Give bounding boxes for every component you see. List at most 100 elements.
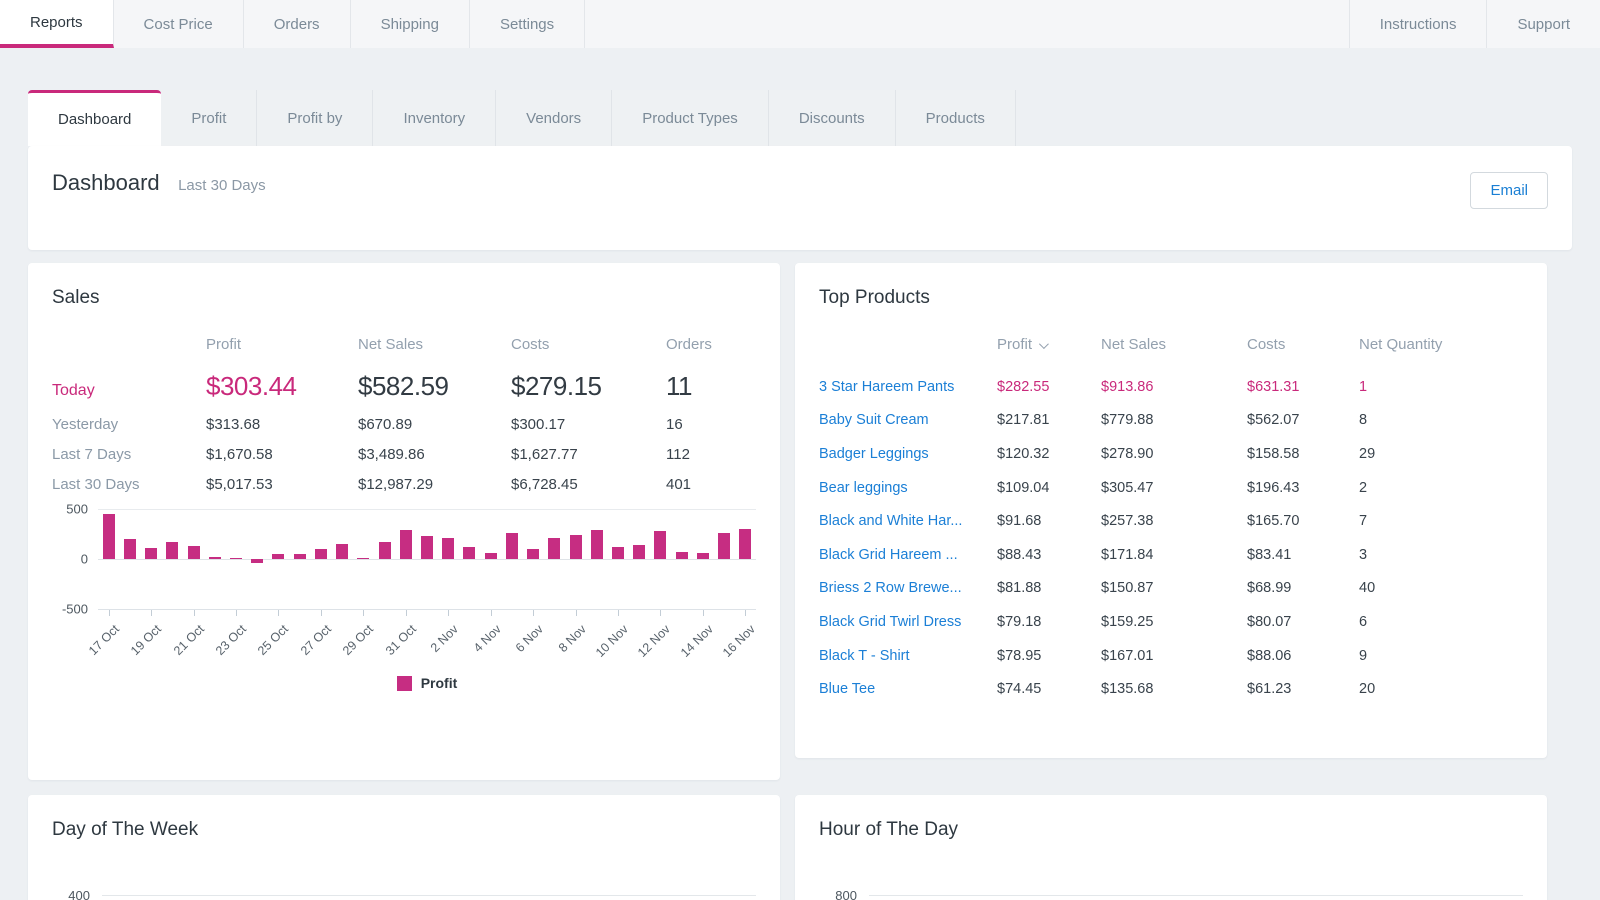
tab-profit-by[interactable]: Profit by [257,90,373,146]
product-name-link[interactable]: Bear leggings [819,480,997,496]
product-costs-value: $631.31 [1247,379,1359,395]
sales-row: Last 7 Days$1,670.58$3,489.86$1,627.7711… [52,446,756,463]
profit-bar [697,553,709,559]
product-costs-value: $158.58 [1247,446,1359,462]
y-axis-label-0: 0 [81,552,88,567]
product-name-link[interactable]: Black T - Shirt [819,648,997,664]
product-name-link[interactable]: 3 Star Hareem Pants [819,379,997,395]
dashboard-header-card: Dashboard Last 30 Days Email [28,146,1572,250]
main-content: Dashboard Profit Profit by Inventory Ven… [0,48,1600,900]
product-name-link[interactable]: Badger Leggings [819,446,997,462]
product-profit-value: $88.43 [997,547,1101,563]
profit-bar [506,533,518,559]
product-net-sales-value: $171.84 [1101,547,1247,563]
product-row: Blue Tee$74.45$135.68$61.2320 [819,672,1523,706]
email-button[interactable]: Email [1470,172,1548,209]
sales-row-label: Last 30 Days [52,476,206,493]
x-axis-label: 4 Nov [453,622,504,673]
sales-header-net-sales: Net Sales [358,336,511,353]
nav-item-settings[interactable]: Settings [470,0,585,48]
tab-profit[interactable]: Profit [161,90,257,146]
product-net-sales-value: $159.25 [1101,614,1247,630]
nav-item-reports[interactable]: Reports [0,0,114,48]
product-profit-value: $91.68 [997,513,1101,529]
product-net-sales-value: $913.86 [1101,379,1247,395]
profit-bar [676,552,688,560]
nav-item-instructions[interactable]: Instructions [1349,0,1487,48]
tab-dashboard[interactable]: Dashboard [28,90,161,146]
profit-bar [209,557,221,559]
product-qty-value: 9 [1359,648,1523,664]
top-products-table: 3 Star Hareem Pants$282.55$913.86$631.31… [819,370,1523,706]
top-nav: Reports Cost Price Orders Shipping Setti… [0,0,1600,48]
report-tabs: Dashboard Profit Profit by Inventory Ven… [28,90,1572,146]
day-of-week-chart-axis: 400 [52,888,756,900]
products-header-net-sales[interactable]: Net Sales [1101,336,1247,353]
sales-chart: 500 0 -500 17 Oct19 Oct21 Oct23 Oct25 Oc… [52,509,756,691]
product-name-link[interactable]: Briess 2 Row Brewe... [819,580,997,596]
nav-item-orders[interactable]: Orders [244,0,351,48]
x-axis-tick [703,610,704,616]
profit-bar [527,549,539,560]
day-of-week-card: Day of The Week 400 [28,795,780,900]
product-row: Baby Suit Cream$217.81$779.88$562.078 [819,404,1523,438]
gridline-0 [98,559,756,560]
profit-bar [739,529,751,560]
product-costs-value: $68.99 [1247,580,1359,596]
products-header-profit-sort[interactable]: Profit [997,336,1101,353]
nav-item-shipping[interactable]: Shipping [351,0,470,48]
product-qty-value: 6 [1359,614,1523,630]
tab-discounts[interactable]: Discounts [769,90,896,146]
gridline-500 [98,509,756,510]
sales-header-profit: Profit [206,336,358,353]
x-axis-tick [660,610,661,616]
product-qty-value: 2 [1359,480,1523,496]
product-net-sales-value: $167.01 [1101,648,1247,664]
profit-bar [294,554,306,560]
product-costs-value: $88.06 [1247,648,1359,664]
sales-table-header: Profit Net Sales Costs Orders [52,336,756,353]
product-qty-value: 8 [1359,412,1523,428]
x-axis-label: 17 Oct [71,622,122,673]
product-net-sales-value: $278.90 [1101,446,1247,462]
nav-item-cost-price[interactable]: Cost Price [114,0,244,48]
sales-row: Today$303.44$582.59$279.1511 [52,371,756,402]
x-axis-tick [406,610,407,616]
product-profit-value: $217.81 [997,412,1101,428]
profit-bar [463,547,475,559]
product-name-link[interactable]: Black Grid Hareem ... [819,547,997,563]
product-name-link[interactable]: Black and White Har... [819,513,997,529]
profit-bar [188,546,200,560]
tab-product-types[interactable]: Product Types [612,90,769,146]
top-products-card: Top Products Profit Net Sales Costs Net … [795,263,1547,758]
profit-bar [485,553,497,559]
sales-profit-value: $5,017.53 [206,476,358,493]
profit-legend-label: Profit [421,675,458,691]
product-net-sales-value: $150.87 [1101,580,1247,596]
product-name-link[interactable]: Black Grid Twirl Dress [819,614,997,630]
sales-net-sales-value: $670.89 [358,416,511,433]
sales-chart-plot: 500 0 -500 [98,509,756,609]
x-axis-tick [321,610,322,616]
tab-products[interactable]: Products [896,90,1016,146]
sales-orders-value: 16 [666,416,756,433]
products-header-net-quantity[interactable]: Net Quantity [1359,336,1523,353]
day-of-week-gridline [102,895,756,896]
products-header-costs[interactable]: Costs [1247,336,1359,353]
chevron-down-icon [1039,339,1049,349]
profit-bar [442,538,454,559]
top-products-card-title: Top Products [819,287,1523,309]
tab-vendors[interactable]: Vendors [496,90,612,146]
product-costs-value: $165.70 [1247,513,1359,529]
x-axis-label: 12 Nov [622,622,673,673]
sales-chart-xaxis: 17 Oct19 Oct21 Oct23 Oct25 Oct27 Oct29 O… [98,609,756,669]
x-axis-tick [278,610,279,616]
product-name-link[interactable]: Baby Suit Cream [819,412,997,428]
nav-item-support[interactable]: Support [1486,0,1600,48]
sales-header-costs: Costs [511,336,666,353]
product-qty-value: 7 [1359,513,1523,529]
sales-chart-legend: Profit [98,675,756,691]
product-row: Badger Leggings$120.32$278.90$158.5829 [819,437,1523,471]
tab-inventory[interactable]: Inventory [373,90,496,146]
product-name-link[interactable]: Blue Tee [819,681,997,697]
